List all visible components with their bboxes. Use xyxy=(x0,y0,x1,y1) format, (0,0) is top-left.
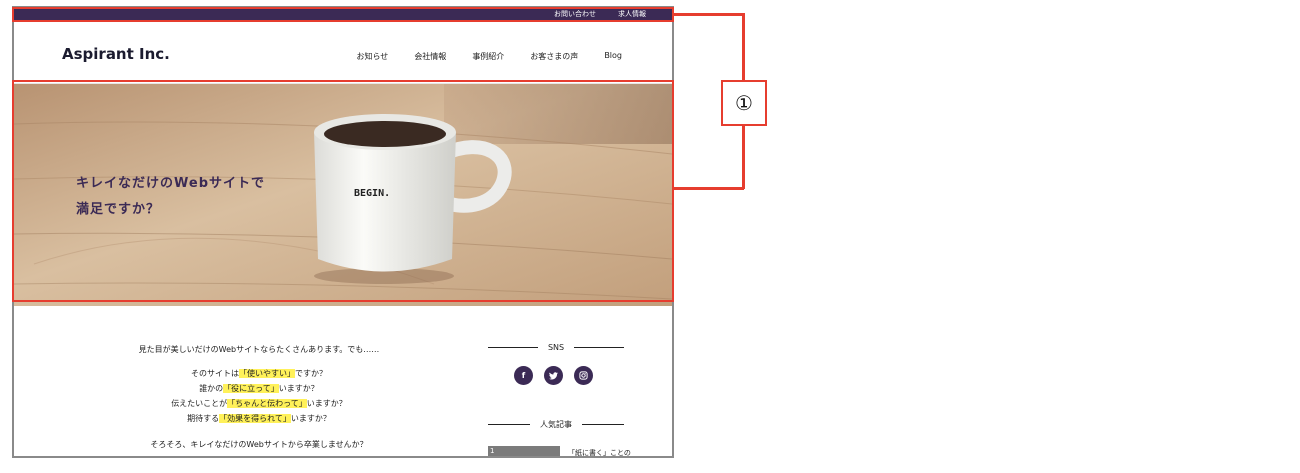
rank-badge: 1 xyxy=(490,447,495,455)
highlight-text: 「ちゃんと伝わって」 xyxy=(227,399,307,408)
annotation-number-badge: ① xyxy=(721,80,767,126)
question-line: 伝えたいことが「ちゃんと伝わって」いますか？ xyxy=(94,398,424,409)
twitter-icon[interactable] xyxy=(544,366,563,385)
highlight-text: 「使いやすい」 xyxy=(239,369,295,378)
question-line: 期待する「効果を得られて」いますか？ xyxy=(94,413,424,424)
closing-text: そろそろ、キレイなだけのWebサイトから卒業しませんか？ xyxy=(150,440,368,449)
nav-item-voices[interactable]: お客さまの声 xyxy=(530,51,578,62)
question-line: そのサイトは「使いやすい」ですか？ xyxy=(94,368,424,379)
sns-heading-label: SNS xyxy=(547,343,565,352)
main-content: 見た目が美しいだけのWebサイトならたくさんあります。でも…… そのサイトは「使… xyxy=(14,306,672,456)
connector-line xyxy=(674,187,744,190)
question-text: いますか？ xyxy=(306,399,347,408)
highlight-box-hero xyxy=(12,80,674,302)
question-text: 誰かの xyxy=(199,384,224,393)
nav-item-cases[interactable]: 事例紹介 xyxy=(472,51,504,62)
popular-heading: 人気記事 xyxy=(488,419,624,430)
popular-article-item[interactable]: 1 「紙に書く」ことの xyxy=(488,446,631,456)
highlight-box-topbar xyxy=(12,7,674,22)
question-text: 伝えたいことが xyxy=(171,399,228,408)
site-header: Aspirant Inc. お知らせ 会社情報 事例紹介 お客さまの声 Blog xyxy=(14,20,672,84)
question-text: いますか？ xyxy=(278,384,319,393)
connector-line xyxy=(674,13,744,16)
question-text: 期待する xyxy=(187,414,220,423)
nav-item-company[interactable]: 会社情報 xyxy=(414,51,446,62)
article-title[interactable]: 「紙に書く」ことの xyxy=(568,448,631,456)
instagram-icon[interactable] xyxy=(574,366,593,385)
highlight-text: 「効果を得られて」 xyxy=(219,414,291,423)
question-text: ですか？ xyxy=(295,369,327,378)
highlight-text: 「役に立って」 xyxy=(223,384,279,393)
question-text: そのサイトは xyxy=(191,369,239,378)
sns-icon-group: f xyxy=(514,366,593,385)
question-line: 誰かの「役に立って」いますか？ xyxy=(94,383,424,394)
intro-text: 見た目が美しいだけのWebサイトならたくさんあります。でも…… xyxy=(138,345,380,354)
popular-heading-label: 人気記事 xyxy=(540,420,572,429)
global-nav: お知らせ 会社情報 事例紹介 お客さまの声 Blog xyxy=(356,51,622,62)
sns-heading: SNS xyxy=(488,343,624,352)
nav-item-news[interactable]: お知らせ xyxy=(356,51,388,62)
site-logo[interactable]: Aspirant Inc. xyxy=(62,45,170,63)
question-text: いますか？ xyxy=(290,414,331,423)
article-thumbnail[interactable] xyxy=(488,446,560,456)
facebook-icon[interactable]: f xyxy=(514,366,533,385)
nav-item-blog[interactable]: Blog xyxy=(604,51,622,62)
